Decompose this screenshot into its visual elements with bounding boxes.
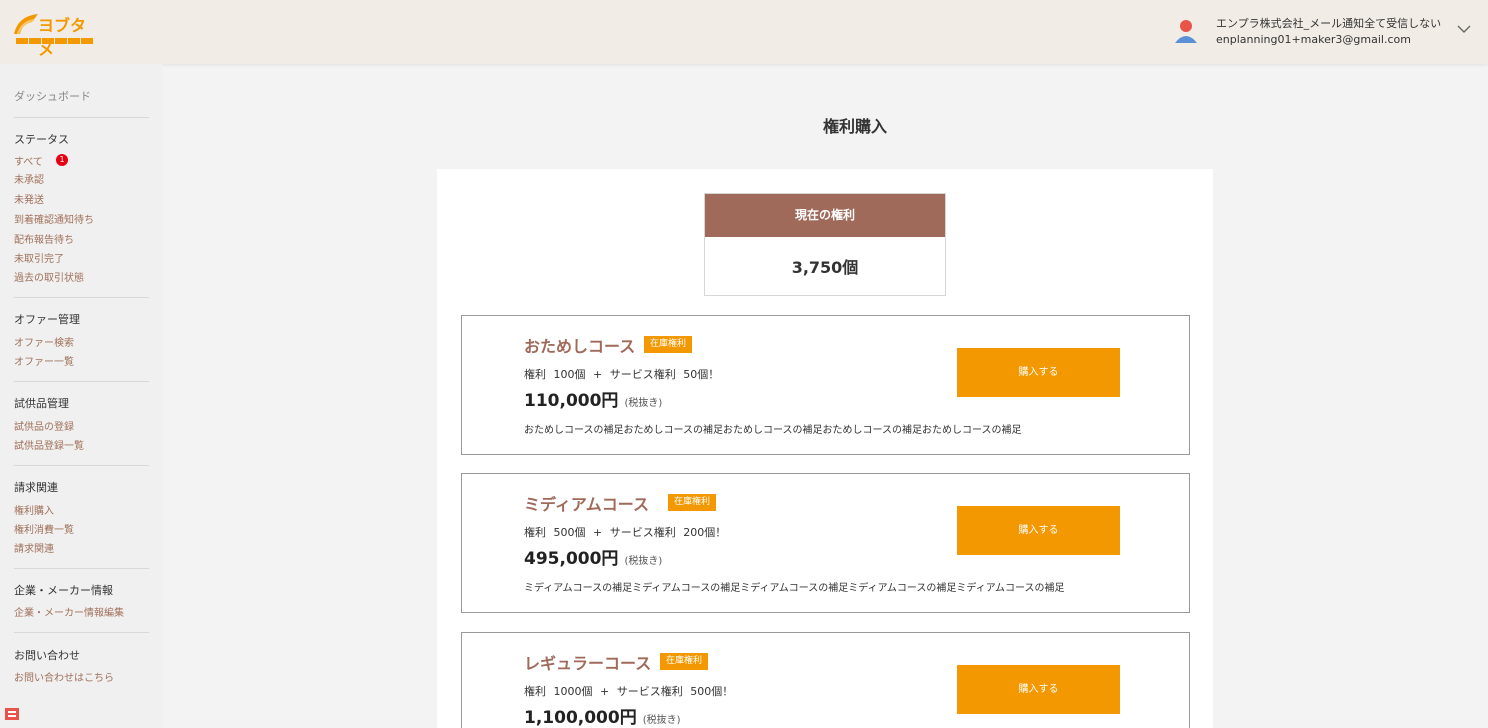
course-note: おためしコースの補足おためしコースの補足おためしコースの補足おためしコースの補足… (524, 425, 1022, 436)
sidebar-divider (14, 117, 149, 118)
sidebar-item-distribution-wait[interactable]: 配布報告待ち (14, 231, 74, 246)
sidebar-item-unshipped[interactable]: 未発送 (14, 191, 44, 206)
purchase-button[interactable]: 購入する (957, 506, 1120, 555)
user-email[interactable]: enplanning01+maker3@gmail.com (1216, 33, 1411, 46)
course-price: 110,000円 (税抜き) (524, 391, 663, 411)
course-price: 495,000円 (税抜き) (524, 549, 663, 569)
sidebar-item-sample-list[interactable]: 試供品登録一覧 (14, 437, 84, 452)
course-name: レギュラーコース (524, 654, 652, 673)
course-card: レギュラーコース 在庫権利 権利 1000個 + サービス権利 500個！ 1,… (461, 632, 1190, 728)
sidebar-item-sample-register[interactable]: 試供品の登録 (14, 418, 74, 433)
sidebar-item-billing[interactable]: 請求関連 (14, 540, 54, 555)
purchase-button[interactable]: 購入する (957, 665, 1120, 714)
sidebar-divider (14, 632, 149, 633)
flag-icon (5, 708, 19, 720)
sidebar-item-rights-consumption[interactable]: 権利消費一覧 (14, 521, 74, 536)
current-rights-box: 現在の権利 3,750個 (704, 193, 946, 296)
sidebar-item-uncompleted[interactable]: 未取引完了 (14, 250, 64, 265)
course-note: ミディアムコースの補足ミディアムコースの補足ミディアムコースの補足ミディアムコー… (524, 583, 1065, 594)
page-title: 権利購入 (822, 117, 887, 136)
course-badge: 在庫権利 (660, 653, 709, 670)
course-detail: 権利 100個 + サービス権利 50個！ (524, 368, 720, 381)
sidebar-item-offer-search[interactable]: オファー検索 (14, 334, 74, 349)
sidebar-item-all[interactable]: すべて (14, 153, 43, 168)
course-card: ミディアムコース 在庫権利 権利 500個 + サービス権利 200個！ 495… (461, 473, 1190, 613)
sidebar-item-company-edit[interactable]: 企業・メーカー情報編集 (14, 604, 124, 619)
sidebar-item-past[interactable]: 過去の取引状態 (14, 269, 84, 284)
current-rights-value: 3,750個 (791, 258, 859, 277)
sidebar-item-unapproved[interactable]: 未承認 (14, 171, 44, 186)
course-card: おためしコース 在庫権利 権利 100個 + サービス権利 50個！ 110,0… (461, 315, 1190, 455)
course-name: ミディアムコース (524, 495, 649, 514)
course-badge: 在庫権利 (644, 336, 693, 353)
chevron-down-icon[interactable] (1457, 24, 1471, 34)
sidebar-divider (14, 465, 149, 466)
sidebar-item-offer-list[interactable]: オファー一覧 (14, 353, 74, 368)
sidebar-divider (14, 381, 149, 382)
user-name[interactable]: エンプラ株式会社_メール通知全て受信しない (1216, 15, 1441, 31)
sidebar-divider (14, 568, 149, 569)
sidebar: ダッシュボード ステータス すべて 1 未承認 未発送 到着確認通知待ち 配布報… (0, 64, 162, 728)
current-rights-label: 現在の権利 (705, 194, 945, 237)
purchase-button[interactable]: 購入する (957, 348, 1120, 397)
sidebar-heading-status: ステータス (14, 133, 69, 146)
notification-badge: 1 (56, 154, 68, 166)
sidebar-heading-offer: オファー管理 (14, 313, 80, 326)
sidebar-heading-sample: 試供品管理 (14, 397, 69, 410)
logo-text: ヨブタメ (38, 16, 87, 59)
sidebar-heading-contact: お問い合わせ (14, 649, 80, 662)
user-avatar-icon[interactable] (1172, 17, 1200, 45)
course-name: おためしコース (524, 337, 636, 356)
sidebar-heading-billing: 請求関連 (14, 481, 58, 494)
sidebar-item-purchase-rights[interactable]: 権利購入 (14, 502, 54, 517)
app-logo[interactable]: ヨブタメ (12, 10, 93, 59)
course-price: 1,100,000円 (税抜き) (524, 708, 681, 728)
sidebar-item-dashboard[interactable]: ダッシュボード (14, 88, 91, 104)
sidebar-item-arrival-wait[interactable]: 到着確認通知待ち (14, 211, 94, 226)
course-detail: 権利 500個 + サービス権利 200個！ (524, 526, 727, 539)
sidebar-heading-company: 企業・メーカー情報 (14, 584, 113, 597)
top-header: ヨブタメ エンプラ株式会社_メール通知全て受信しない enplanning01+… (0, 0, 1488, 64)
sidebar-divider (14, 297, 149, 298)
course-badge: 在庫権利 (668, 494, 717, 511)
course-detail: 権利 1000個 + サービス権利 500個！ (524, 685, 734, 698)
logo-strip (16, 38, 93, 44)
sidebar-item-contact[interactable]: お問い合わせはこちら (14, 669, 114, 684)
